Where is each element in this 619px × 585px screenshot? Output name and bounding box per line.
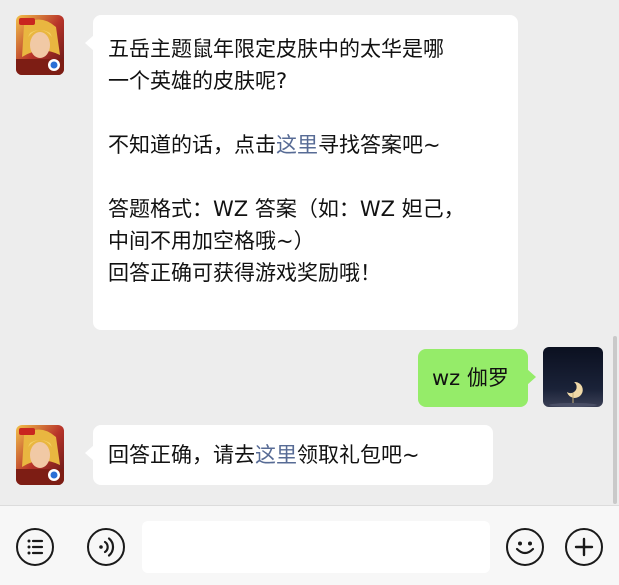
moon-avatar-icon bbox=[543, 347, 603, 407]
menu-button[interactable] bbox=[16, 528, 54, 566]
hero-avatar-icon bbox=[16, 425, 64, 485]
message-text: 回答正确，请去 bbox=[108, 443, 255, 467]
message-line: 不知道的话，点击这里寻找答案吧~ bbox=[108, 129, 518, 161]
plus-button[interactable] bbox=[565, 528, 603, 566]
chat-area: 五岳主题鼠年限定皮肤中的太华是哪 一个英雄的皮肤呢? 不知道的话，点击这里寻找答… bbox=[0, 0, 619, 505]
plus-icon bbox=[574, 537, 594, 557]
hero-avatar-icon bbox=[16, 15, 64, 75]
message-line: 五岳主题鼠年限定皮肤中的太华是哪 bbox=[108, 37, 444, 61]
message-line: 中间不用加空格哦~） bbox=[108, 229, 315, 253]
my-avatar[interactable] bbox=[543, 347, 603, 407]
message-bubble: 回答正确，请去这里领取礼包吧~ bbox=[85, 425, 493, 485]
voice-icon bbox=[99, 537, 115, 557]
menu-icon bbox=[27, 539, 44, 555]
message-line: 回答正确可获得游戏奖励哦！ bbox=[108, 261, 381, 285]
message-line: 回答正确，请去这里领取礼包吧~ bbox=[108, 439, 493, 471]
voice-button[interactable] bbox=[87, 528, 125, 566]
message-line: 一个英雄的皮肤呢? bbox=[108, 69, 288, 93]
scrollbar[interactable] bbox=[613, 336, 617, 504]
input-toolbar bbox=[0, 505, 619, 585]
emoji-button[interactable] bbox=[506, 528, 544, 566]
sender-avatar[interactable] bbox=[16, 425, 64, 485]
message-text: 寻找答案吧~ bbox=[318, 133, 441, 157]
message-bubble: 五岳主题鼠年限定皮肤中的太华是哪 一个英雄的皮肤呢? 不知道的话，点击这里寻找答… bbox=[85, 15, 518, 330]
message-text: 领取礼包吧~ bbox=[297, 443, 420, 467]
message-text: 不知道的话，点击 bbox=[108, 133, 276, 157]
emoji-icon bbox=[515, 541, 535, 555]
message-text: wz 伽罗 bbox=[432, 366, 509, 390]
my-message-bubble: wz 伽罗 bbox=[418, 349, 536, 407]
here-link[interactable]: 这里 bbox=[276, 133, 318, 157]
message-input[interactable] bbox=[142, 521, 490, 573]
message-line: 答题格式：WZ 答案（如：WZ 妲己， bbox=[108, 197, 465, 221]
here-link[interactable]: 这里 bbox=[255, 443, 297, 467]
sender-avatar[interactable] bbox=[16, 15, 64, 75]
